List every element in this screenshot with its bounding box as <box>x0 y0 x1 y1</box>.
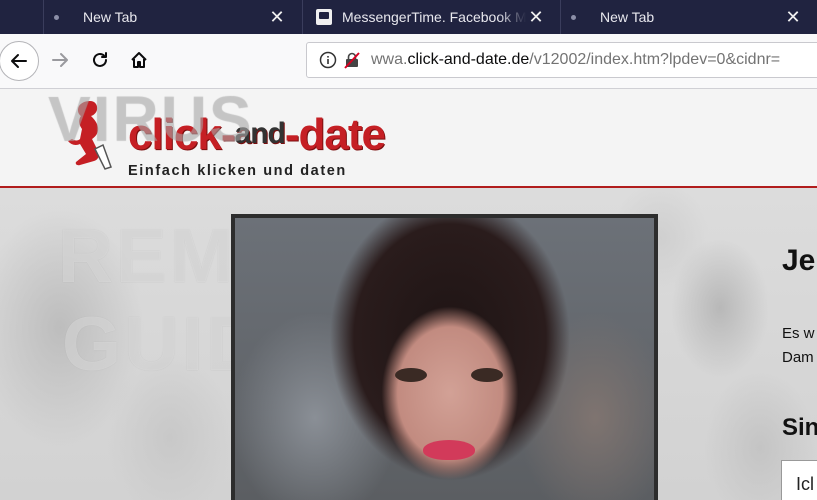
tab-label: New Tab <box>600 9 655 25</box>
info-icon[interactable] <box>319 51 337 69</box>
home-button[interactable] <box>125 45 153 75</box>
side-text-line-1: Es w <box>782 325 815 342</box>
logo-tagline: Einfach klicken und daten <box>128 163 347 179</box>
back-button[interactable] <box>0 41 39 81</box>
url-text: wwa.click-and-date.de/v12002/index.htm?l… <box>371 51 781 68</box>
side-subheading: Sin <box>782 414 817 441</box>
forward-arrow-icon <box>52 53 68 67</box>
insecure-lock-icon[interactable] <box>343 51 361 69</box>
back-arrow-icon <box>11 54 27 68</box>
tab-label: New Tab <box>83 9 138 25</box>
reload-icon <box>93 52 107 67</box>
close-icon[interactable]: ✕ <box>526 7 546 28</box>
forward-button[interactable] <box>46 45 74 75</box>
tab-label: MessengerTime. Facebook M <box>342 9 526 25</box>
photo-eye-right <box>471 368 503 382</box>
tab-strip: New Tab ✕ MessengerTime. Facebook M ✕ Ne… <box>0 0 817 34</box>
reload-button[interactable] <box>86 45 114 75</box>
gender-select-box[interactable]: Icl <box>781 460 817 500</box>
side-text-line-2: Dam <box>782 349 814 366</box>
watermark-line-1: VIRUS <box>48 89 254 155</box>
site-header: click-and-date Einfach klicken und daten… <box>0 89 817 188</box>
tab-new-tab-1[interactable]: New Tab ✕ <box>43 0 301 34</box>
side-heading: Je <box>782 244 816 277</box>
profile-photo[interactable] <box>231 214 658 500</box>
close-icon[interactable]: ✕ <box>267 7 287 28</box>
close-icon[interactable]: ✕ <box>783 7 803 28</box>
home-icon <box>131 52 147 68</box>
tab-messengertime[interactable]: MessengerTime. Facebook M ✕ <box>302 0 560 34</box>
tab-loading-dot-icon <box>54 14 59 20</box>
tab-loading-dot-icon <box>571 14 576 20</box>
web-page: click-and-date Einfach klicken und daten… <box>0 89 817 500</box>
navigation-bar: wwa.click-and-date.de/v12002/index.htm?l… <box>0 34 817 89</box>
tab-new-tab-2[interactable]: New Tab ✕ <box>560 0 817 34</box>
photo-eye-left <box>395 368 427 382</box>
messenger-favicon-icon <box>316 9 332 25</box>
address-bar[interactable]: wwa.click-and-date.de/v12002/index.htm?l… <box>306 42 817 78</box>
photo-lips <box>423 440 475 460</box>
